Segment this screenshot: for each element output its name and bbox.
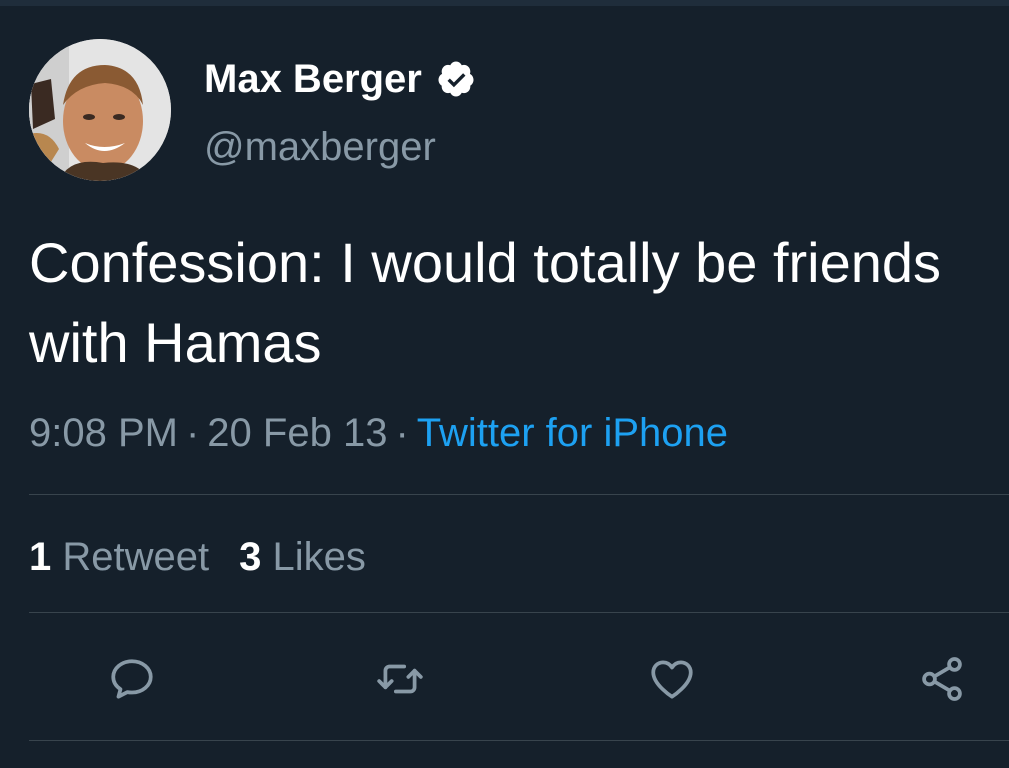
tweet-source-link[interactable]: Twitter for iPhone — [417, 411, 728, 455]
avatar-photo-icon — [29, 39, 171, 181]
tweet-time: 9:08 PM — [29, 411, 178, 455]
retweets-label: Retweet — [62, 535, 210, 579]
top-edge — [0, 0, 1009, 6]
retweets-count: 1 — [29, 535, 52, 579]
author-display-name[interactable]: Max Berger — [204, 54, 422, 104]
author-handle[interactable]: @maxberger — [204, 123, 436, 171]
likes-label: Likes — [272, 535, 366, 579]
like-button[interactable] — [644, 651, 700, 707]
retweet-button[interactable] — [372, 651, 428, 707]
avatar[interactable] — [29, 39, 171, 181]
likes-stat[interactable]: 3 Likes — [239, 535, 366, 579]
author-name[interactable]: Max Berger — [204, 54, 476, 104]
share-icon — [922, 657, 962, 701]
comment-icon — [111, 659, 153, 699]
heart-icon — [651, 660, 693, 699]
share-button[interactable] — [914, 651, 970, 707]
retweet-icon — [377, 664, 423, 694]
divider-middle — [29, 612, 1009, 613]
tweet-detail-screen: Max Berger @maxberger Confession: I woul… — [0, 0, 1009, 768]
tweet-meta: 9:08 PM · 20 Feb 13 · Twitter for iPhone — [29, 408, 728, 458]
verified-badge-icon — [438, 61, 474, 97]
meta-separator: · — [185, 411, 200, 455]
divider-top — [29, 494, 1009, 495]
meta-separator: · — [395, 411, 409, 455]
reply-button[interactable] — [104, 651, 160, 707]
divider-bottom — [29, 740, 1009, 741]
retweets-stat[interactable]: 1 Retweet — [29, 535, 209, 579]
tweet-stats: 1 Retweet 3 Likes — [29, 532, 396, 582]
tweet-date: 20 Feb 13 — [207, 411, 388, 455]
likes-count: 3 — [239, 535, 262, 579]
tweet-text: Confession: I would totally be friends w… — [29, 231, 942, 374]
